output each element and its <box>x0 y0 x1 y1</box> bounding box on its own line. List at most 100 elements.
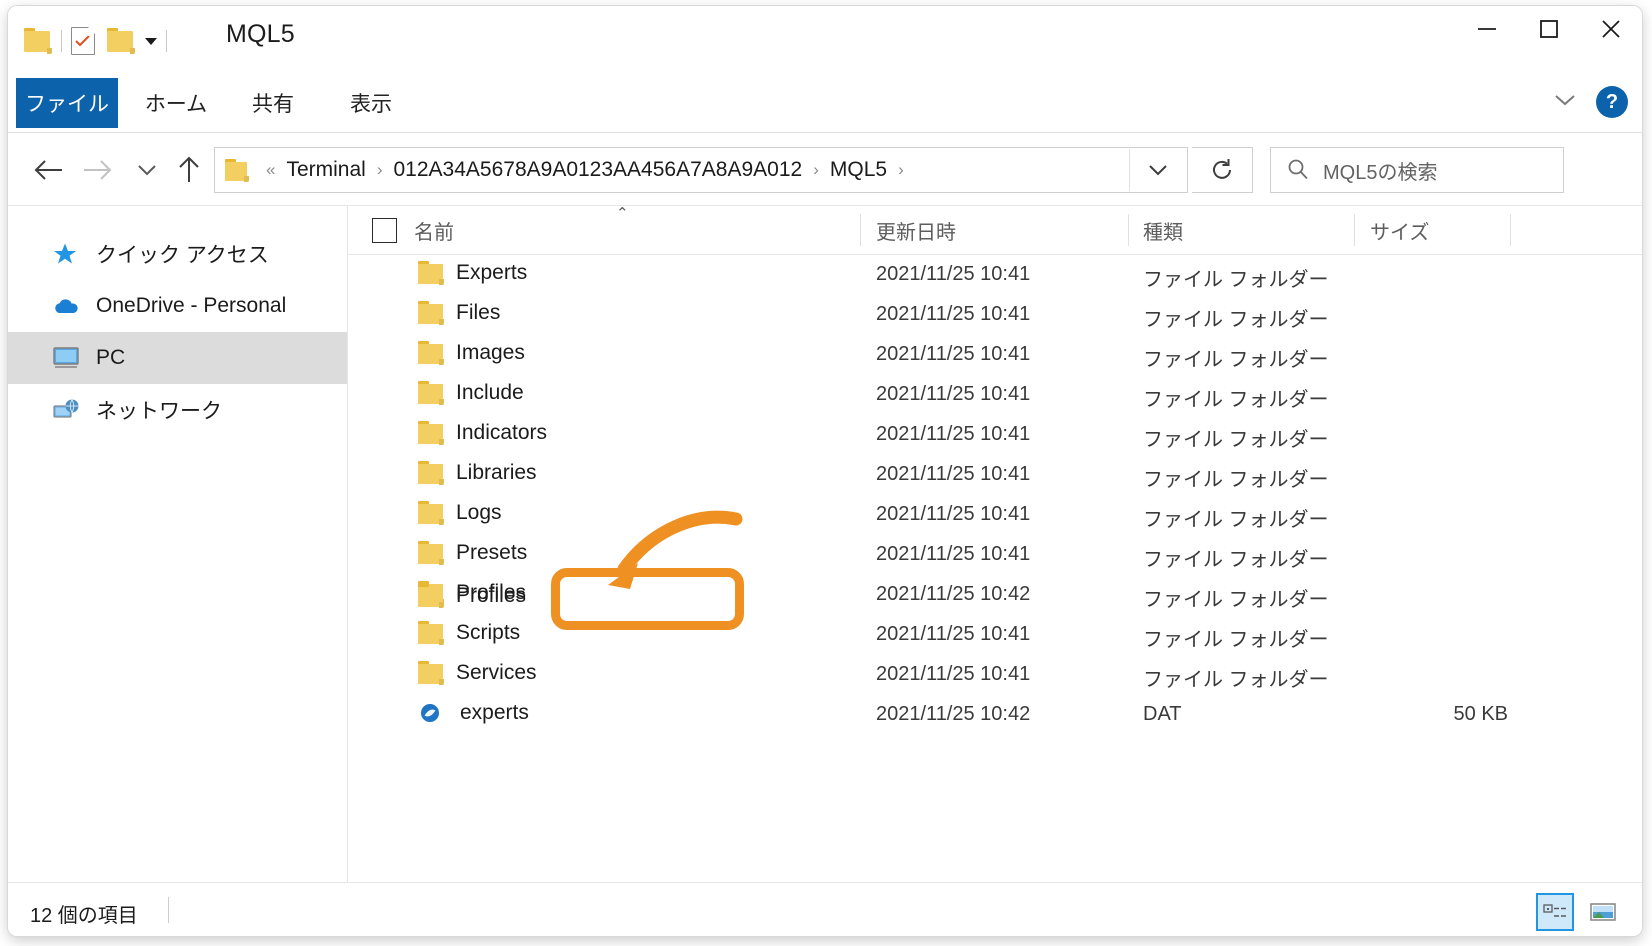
file-name-cell: Profiles <box>418 584 526 608</box>
file-name: Scripts <box>456 621 521 644</box>
file-name-cell: Experts <box>418 261 527 285</box>
file-explorer-window: MQL5 ファイル ホーム 共有 表示 ? « Terminal › 012A3… <box>8 6 1642 936</box>
expand-ribbon-chevron-icon[interactable] <box>1552 92 1578 113</box>
breadcrumb-instance-id[interactable]: 012A34A5678A9A0123AA456A7A8A9A012 <box>392 158 805 182</box>
back-button[interactable] <box>28 149 70 191</box>
close-button[interactable] <box>1580 6 1642 52</box>
search-input-placeholder[interactable]: MQL5の検索 <box>1323 156 1437 185</box>
tab-share[interactable]: 共有 <box>230 78 316 128</box>
annotation-highlight-box <box>551 568 744 630</box>
folder-icon <box>418 261 444 285</box>
select-all-checkbox[interactable] <box>372 218 397 243</box>
breadcrumb-separator[interactable]: › <box>377 160 383 180</box>
column-divider-4[interactable] <box>1510 214 1511 246</box>
breadcrumb-terminal[interactable]: Terminal <box>284 158 367 182</box>
up-button[interactable] <box>168 149 210 191</box>
column-divider[interactable] <box>860 214 861 246</box>
minimize-button[interactable] <box>1456 6 1518 52</box>
file-date: 2021/11/25 10:41 <box>876 503 1031 525</box>
properties-icon[interactable] <box>71 27 95 55</box>
breadcrumb-separator-3[interactable]: › <box>898 160 904 180</box>
folder-icon <box>418 661 444 685</box>
table-row[interactable]: Images 2021/11/25 10:41 ファイル フォルダー <box>348 335 1642 375</box>
large-icons-view-button[interactable] <box>1584 893 1622 931</box>
file-name-cell: Presets <box>418 541 527 565</box>
folder-icon <box>418 301 444 325</box>
table-row[interactable]: Logs 2021/11/25 10:41 ファイル フォルダー <box>348 495 1642 535</box>
tab-home[interactable]: ホーム <box>128 78 224 128</box>
sidebar-item-pc[interactable]: PC <box>8 332 347 384</box>
folder-icon <box>418 341 444 365</box>
breadcrumb-separator-2[interactable]: › <box>813 160 819 180</box>
sidebar-item-network[interactable]: ネットワーク <box>8 384 347 436</box>
breadcrumb-mql5[interactable]: MQL5 <box>828 158 889 182</box>
column-header-date[interactable]: 更新日時 <box>876 216 956 245</box>
ribbon-tab-bar: ファイル ホーム 共有 表示 ? <box>8 78 1642 133</box>
file-date: 2021/11/25 10:41 <box>876 423 1031 445</box>
table-row[interactable]: Scripts 2021/11/25 10:41 ファイル フォルダー <box>348 615 1642 655</box>
forward-button[interactable] <box>76 149 118 191</box>
column-header-name[interactable]: 名前 <box>414 216 454 245</box>
table-row[interactable]: Services 2021/11/25 10:41 ファイル フォルダー <box>348 655 1642 695</box>
file-date: 2021/11/25 10:42 <box>876 583 1031 605</box>
breadcrumb-overflow[interactable]: « <box>266 160 275 180</box>
column-divider-3[interactable] <box>1354 214 1355 246</box>
file-type: ファイル フォルダー <box>1143 469 1329 491</box>
column-header-size[interactable]: サイズ <box>1370 216 1429 245</box>
minimize-icon <box>1478 28 1496 30</box>
column-divider-2[interactable] <box>1128 214 1129 246</box>
maximize-button[interactable] <box>1518 6 1580 52</box>
search-box[interactable]: MQL5の検索 <box>1270 147 1564 193</box>
window-controls <box>1456 6 1642 52</box>
chevron-down-icon <box>138 165 156 176</box>
file-name: Images <box>456 341 525 364</box>
quick-access-toolbar <box>24 16 176 66</box>
table-row[interactable]: Files 2021/11/25 10:41 ファイル フォルダー <box>348 295 1642 335</box>
refresh-button[interactable] <box>1192 147 1253 193</box>
table-row[interactable]: Indicators 2021/11/25 10:41 ファイル フォルダー <box>348 415 1642 455</box>
file-name: Profiles <box>456 584 527 607</box>
new-folder-icon[interactable] <box>107 28 135 54</box>
address-dropdown-button[interactable] <box>1129 149 1186 191</box>
file-name: Logs <box>456 501 502 524</box>
table-row[interactable]: Libraries 2021/11/25 10:41 ファイル フォルダー <box>348 455 1642 495</box>
breadcrumb: « Terminal › 012A34A5678A9A0123AA456A7A8… <box>257 158 913 182</box>
sidebar-item-onedrive[interactable]: OneDrive - Personal <box>8 280 347 332</box>
file-type: ファイル フォルダー <box>1143 349 1329 371</box>
tab-file[interactable]: ファイル <box>16 78 118 128</box>
folder-icon <box>418 381 444 405</box>
details-view-button[interactable] <box>1536 893 1574 931</box>
address-input[interactable]: « Terminal › 012A34A5678A9A0123AA456A7A8… <box>214 147 1188 193</box>
window-title: MQL5 <box>226 20 295 48</box>
recent-locations-button[interactable] <box>126 149 168 191</box>
table-row-profiles[interactable]: Profiles 2021/11/25 10:42 ファイル フォルダー <box>348 575 1642 615</box>
column-header-type[interactable]: 種類 <box>1143 216 1183 245</box>
file-name-cell: Images <box>418 341 525 365</box>
file-name: Include <box>456 381 524 404</box>
search-icon <box>1288 159 1308 180</box>
help-button[interactable]: ? <box>1596 86 1628 118</box>
file-name-cell: Logs <box>418 501 502 525</box>
table-row[interactable]: Include 2021/11/25 10:41 ファイル フォルダー <box>348 375 1642 415</box>
file-date: 2021/11/25 10:41 <box>876 303 1031 325</box>
refresh-icon <box>1213 159 1231 179</box>
cloud-icon <box>52 296 86 316</box>
ribbon-right-controls: ? <box>1552 86 1628 118</box>
file-date: 2021/11/25 10:42 <box>876 703 1031 725</box>
network-icon <box>52 398 86 422</box>
table-row[interactable]: experts 2021/11/25 10:42 DAT 50 KB <box>348 695 1642 735</box>
sidebar-item-quick-access[interactable]: クイック アクセス <box>8 228 347 280</box>
file-name: experts <box>460 701 529 724</box>
chevron-down-icon[interactable] <box>145 37 157 45</box>
tab-view[interactable]: 表示 <box>328 78 414 128</box>
file-type: ファイル フォルダー <box>1143 669 1329 691</box>
arrow-right-icon <box>84 160 112 180</box>
status-bar: 12 個の項目 <box>8 882 1642 936</box>
folder-icon[interactable] <box>24 28 52 54</box>
toolbar-divider <box>61 30 62 52</box>
file-name-cell: Files <box>418 301 500 325</box>
table-row[interactable]: Experts 2021/11/25 10:41 ファイル フォルダー <box>348 255 1642 295</box>
folder-icon <box>418 421 444 445</box>
table-row[interactable]: Presets 2021/11/25 10:41 ファイル フォルダー <box>348 535 1642 575</box>
folder-icon <box>418 501 444 525</box>
